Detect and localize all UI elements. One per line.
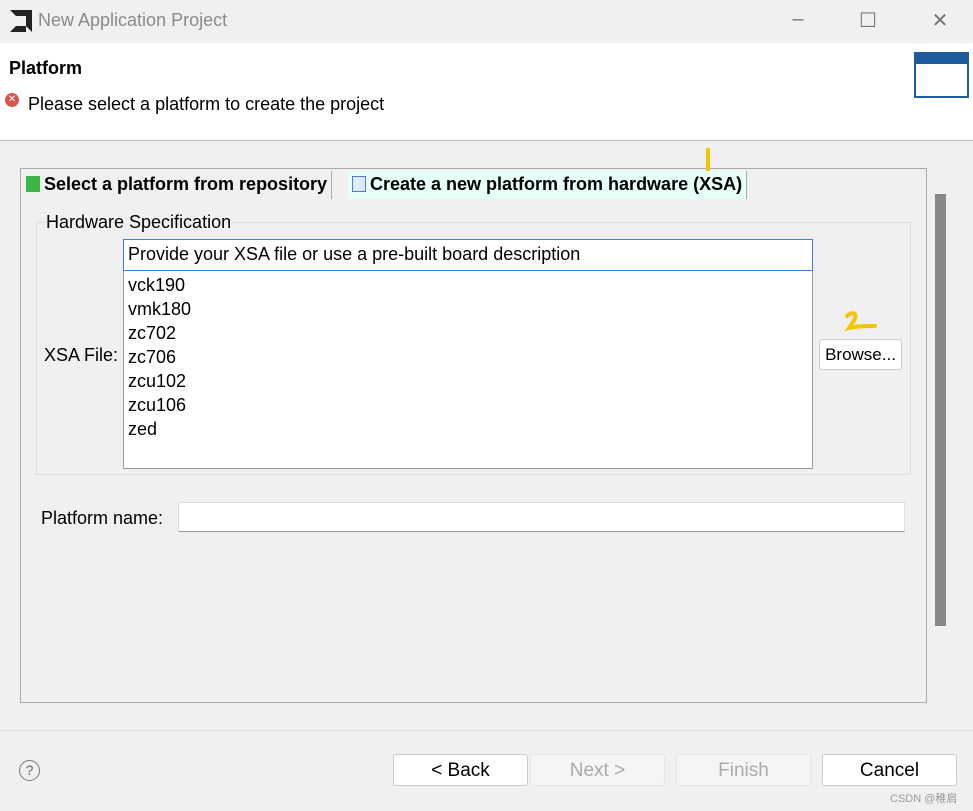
board-list[interactable]: vck190 vmk180 zc702 zc706 zcu102 zcu106 … [123,271,813,469]
tab-label: Create a new platform from hardware (XSA… [370,174,743,194]
repository-icon [26,176,40,192]
browse-button[interactable]: Browse... [819,339,902,370]
wizard-banner-icon [914,52,969,98]
platform-name-label: Platform name: [41,508,164,528]
help-icon[interactable]: ? [19,760,40,781]
hardware-icon [352,176,366,192]
list-item[interactable]: vmk180 [128,297,808,321]
wizard-header [0,43,973,141]
list-item[interactable]: zc706 [128,345,808,369]
window-title: New Application Project [38,10,228,30]
scrollbar[interactable] [935,194,946,626]
back-button[interactable]: < Back [393,754,528,786]
watermark: CSDN @稚肩 [890,793,958,805]
list-item[interactable]: zcu102 [128,369,808,393]
app-logo-icon [10,10,32,32]
list-item[interactable]: vck190 [128,273,808,297]
minimize-button[interactable]: – [783,8,813,34]
list-item[interactable]: zcu106 [128,393,808,417]
tab-hardware-xsa[interactable]: Create a new platform from hardware (XSA… [348,171,748,199]
page-title: Platform [9,58,83,78]
error-icon: ✕ [5,93,19,107]
platform-name-input[interactable] [178,502,905,532]
error-message: Please select a platform to create the p… [28,94,385,114]
group-label: Hardware Specification [45,212,233,233]
cancel-button[interactable]: Cancel [822,754,957,786]
maximize-button[interactable]: ☐ [853,8,883,34]
finish-button[interactable]: Finish [676,754,811,786]
close-button[interactable]: ✕ [925,8,955,34]
annotation-mark-2 [844,311,877,332]
list-item[interactable]: zc702 [128,321,808,345]
list-item[interactable]: zed [128,417,808,441]
tab-repository[interactable]: Select a platform from repository [22,171,333,199]
tab-label: Select a platform from repository [44,174,328,194]
xsa-file-combo[interactable]: Provide your XSA file or use a pre-built… [123,239,813,271]
xsa-file-label: XSA File: [44,345,119,365]
next-button[interactable]: Next > [530,754,665,786]
